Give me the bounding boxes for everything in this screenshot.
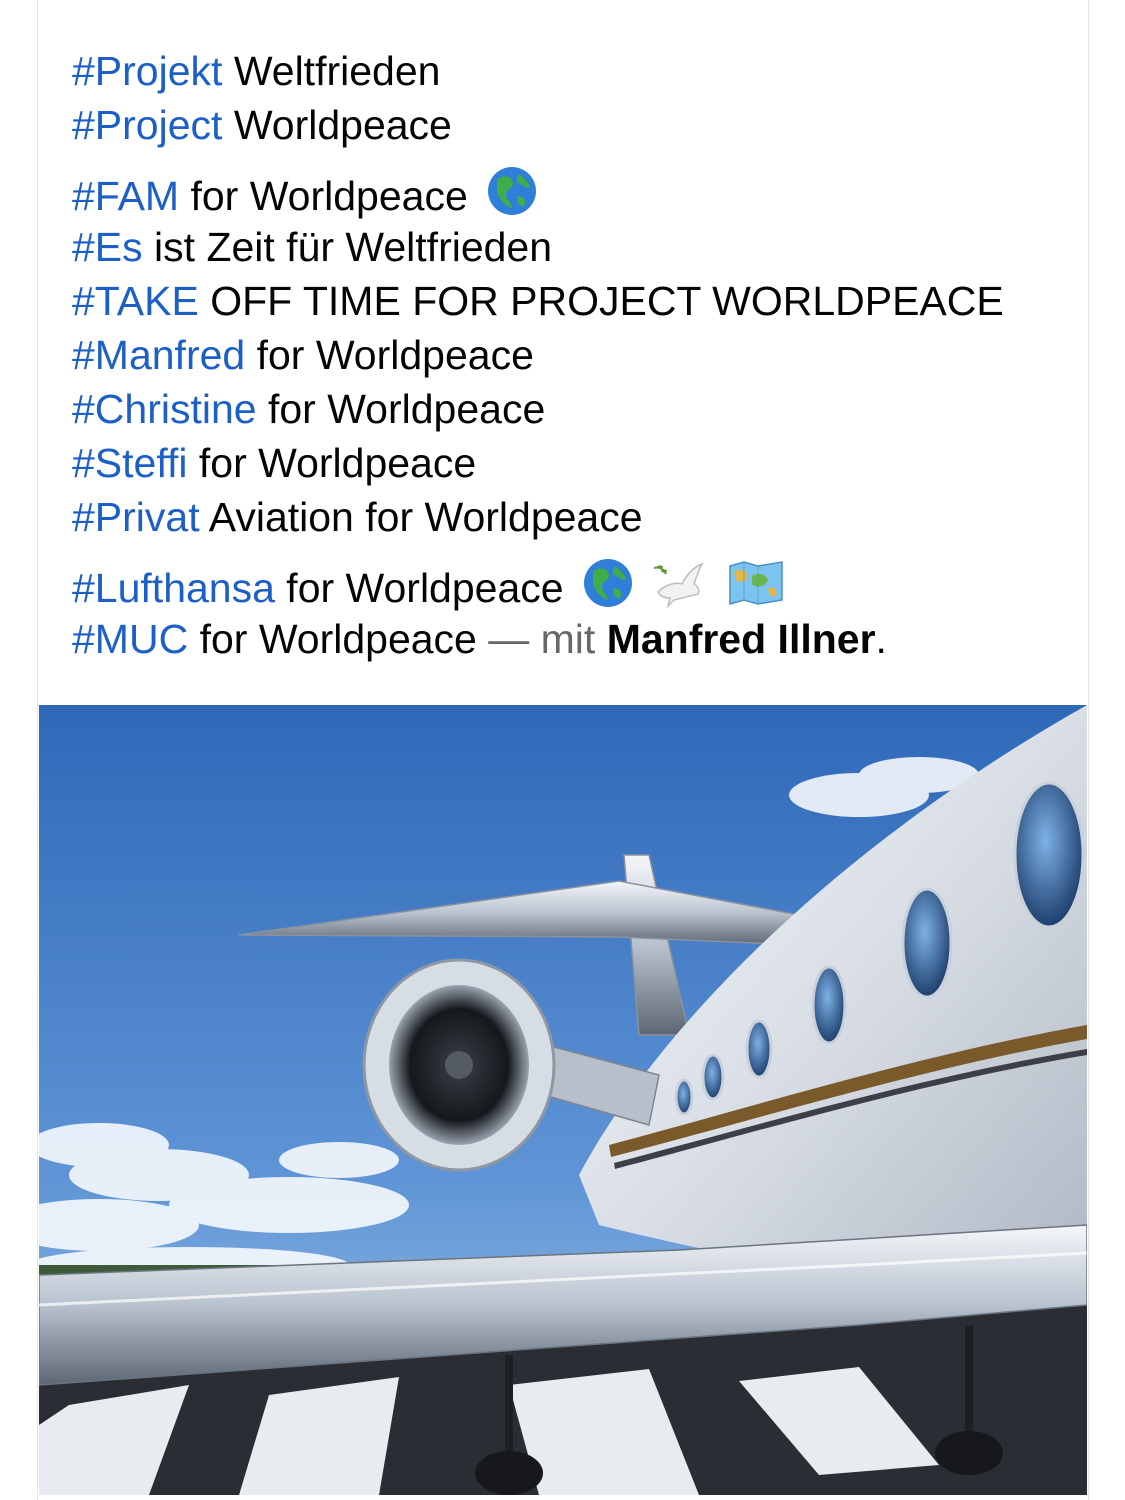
hashtag-link[interactable]: #Christine xyxy=(72,386,257,432)
post-line: #Es ist Zeit für Weltfrieden xyxy=(72,220,1058,274)
post-line-text: Worldpeace xyxy=(222,102,452,148)
post-line-text: for Worldpeace xyxy=(187,440,477,486)
sentence-end: . xyxy=(875,616,887,662)
post-line: #TAKE OFF TIME FOR PROJECT WORLDPEACE xyxy=(72,274,1058,328)
post-line: #FAM for Worldpeace xyxy=(72,166,1058,220)
gear-wheel xyxy=(475,1451,543,1495)
post-line: #Projekt Weltfrieden xyxy=(72,44,1058,98)
engine-spinner xyxy=(445,1051,473,1079)
post-line-text: for Worldpeace xyxy=(179,173,468,219)
post-line-text: Weltfrieden xyxy=(222,48,441,94)
post-line-text: Aviation for Worldpeace xyxy=(199,494,643,540)
with-prefix: — mit xyxy=(488,616,596,662)
hashtag-link[interactable]: #Privat xyxy=(72,494,200,540)
post-line-text: OFF TIME FOR PROJECT WORLDPEACE xyxy=(198,278,1004,324)
post-line-text: ist Zeit für Weltfrieden xyxy=(142,224,553,270)
hashtag-link[interactable]: #Projekt xyxy=(72,48,222,94)
hashtag-link[interactable]: #MUC xyxy=(72,616,188,662)
post-line: #Privat Aviation for Worldpeace xyxy=(72,490,1058,544)
post-line: #Christine for Worldpeace xyxy=(72,382,1058,436)
tagged-person-link[interactable]: Manfred Illner xyxy=(607,616,876,662)
hashtag-link[interactable]: #Es xyxy=(72,224,143,270)
post-line-text: for Worldpeace xyxy=(188,616,489,662)
post-line-text: for Worldpeace xyxy=(274,565,564,611)
hashtag-link[interactable]: #FAM xyxy=(72,173,179,219)
gear-wheel xyxy=(935,1431,1003,1475)
post-line-text: for Worldpeace xyxy=(245,332,534,378)
hashtag-link[interactable]: #Lufthansa xyxy=(72,565,275,611)
post-text: #Projekt Weltfrieden #Project Worldpeace… xyxy=(72,44,1058,666)
private-jet-illustration xyxy=(39,705,1087,1495)
post-photo[interactable] xyxy=(39,705,1087,1495)
post-line: #Lufthansa for Worldpeace xyxy=(72,558,1058,612)
hashtag-link[interactable]: #Manfred xyxy=(72,332,245,378)
post-line: #MUC for Worldpeace — mit Manfred Illner… xyxy=(72,612,1058,666)
post-line: #Steffi for Worldpeace xyxy=(72,436,1058,490)
hashtag-link[interactable]: #TAKE xyxy=(72,278,199,324)
hashtag-link[interactable]: #Steffi xyxy=(72,440,188,486)
post-line: #Project Worldpeace xyxy=(72,98,1058,152)
post-card: #Projekt Weltfrieden #Project Worldpeace… xyxy=(37,0,1089,1500)
hashtag-link[interactable]: #Project xyxy=(72,102,222,148)
post-line-text: for Worldpeace xyxy=(256,386,546,432)
post-line: #Manfred for Worldpeace xyxy=(72,328,1058,382)
